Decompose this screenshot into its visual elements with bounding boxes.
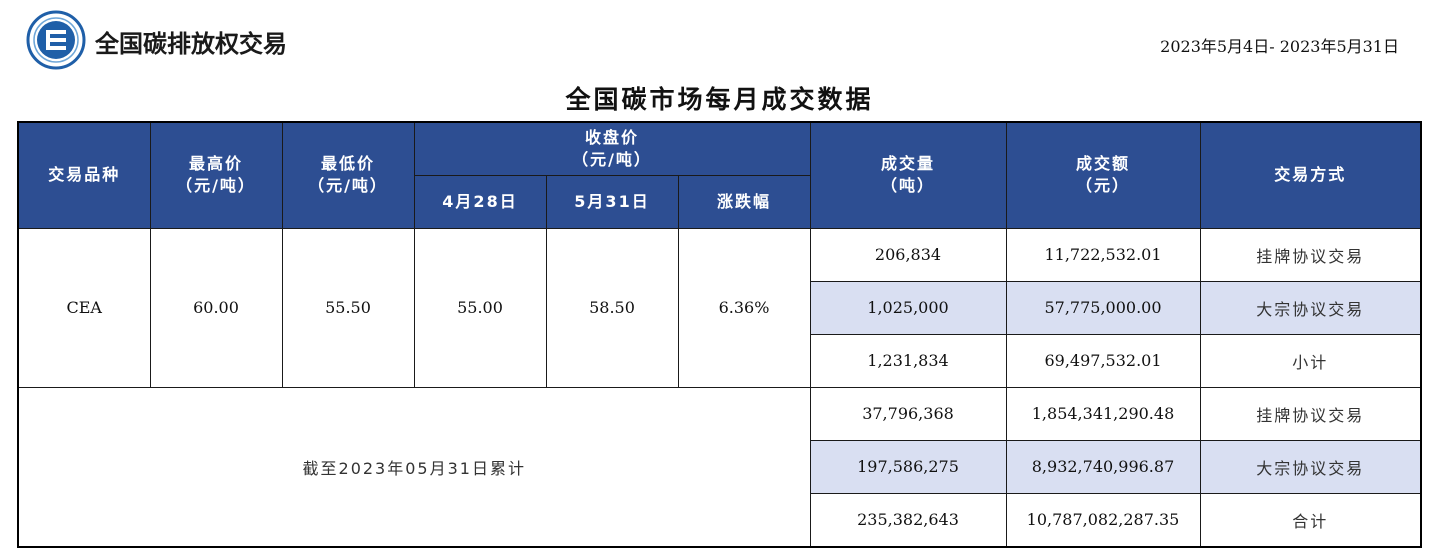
amount-cell: 57,775,000.00 <box>1005 280 1201 335</box>
header-amount: 成交额 （元） <box>1005 121 1201 229</box>
table-row: 截至2023年05月31日累计 37,796,368 1,854,341,290… <box>17 386 1422 547</box>
header-high-price: 最高价 （元/吨） <box>149 121 283 229</box>
volume-cell: 1,231,834 <box>809 333 1007 388</box>
monthly-trading-table: 交易品种 最高价 （元/吨） 最低价 （元/吨） 收盘价 （元/吨） 成交量 （… <box>17 121 1422 548</box>
volume-cell: 1,025,000 <box>809 280 1007 335</box>
amount-cell: 8,932,740,996.87 <box>1005 439 1201 494</box>
header-close-label: 收盘价 <box>584 127 639 147</box>
cea-low-price: 55.50 <box>281 227 415 388</box>
amount-cell: 1,854,341,290.48 <box>1005 386 1201 441</box>
header-low-price: 最低价 （元/吨） <box>281 121 415 229</box>
header-close-unit: （元/吨） <box>572 149 652 169</box>
header-variety: 交易品种 <box>17 121 151 229</box>
header-volume-unit: （吨） <box>880 176 935 196</box>
cea-high-price: 60.00 <box>149 227 283 388</box>
cumulative-label: 截至2023年05月31日累计 <box>17 386 811 547</box>
exchange-logo-icon <box>26 10 86 70</box>
header-low-unit: （元/吨） <box>308 176 388 196</box>
cea-change: 6.36% <box>677 227 811 388</box>
header-close-apr28: 4月28日 <box>413 174 547 229</box>
header-volume: 成交量 （吨） <box>809 121 1007 229</box>
cea-variety: CEA <box>17 227 151 388</box>
volume-cell: 37,796,368 <box>809 386 1007 441</box>
method-cell: 挂牌协议交易 <box>1199 386 1422 441</box>
method-cell: 小计 <box>1199 333 1422 388</box>
header-high-label: 最高价 <box>188 154 243 174</box>
header-close-price: 收盘价 （元/吨） <box>413 121 811 176</box>
amount-cell: 69,497,532.01 <box>1005 333 1201 388</box>
method-cell: 合计 <box>1199 492 1422 547</box>
table-row: CEA 60.00 55.50 55.00 58.50 6.36% 206,83… <box>17 227 1422 388</box>
volume-cell: 235,382,643 <box>809 492 1007 547</box>
cea-close-apr28: 55.00 <box>413 227 547 388</box>
brand-name: 全国碳排放权交易 <box>95 30 287 58</box>
header-volume-label: 成交量 <box>880 154 935 174</box>
header-change: 涨跌幅 <box>677 174 811 229</box>
amount-cell: 10,787,082,287.35 <box>1005 492 1201 547</box>
volume-cell: 206,834 <box>809 227 1007 282</box>
method-cell: 挂牌协议交易 <box>1199 227 1422 282</box>
header-amount-unit: （元） <box>1075 176 1130 196</box>
volume-cell: 197,586,275 <box>809 439 1007 494</box>
header-close-may31: 5月31日 <box>545 174 679 229</box>
header-low-label: 最低价 <box>320 154 375 174</box>
header-amount-label: 成交额 <box>1075 154 1130 174</box>
header-high-unit: （元/吨） <box>176 176 256 196</box>
method-cell: 大宗协议交易 <box>1199 280 1422 335</box>
amount-cell: 11,722,532.01 <box>1005 227 1201 282</box>
cea-close-may31: 58.50 <box>545 227 679 388</box>
date-range: 2023年5月4日- 2023年5月31日 <box>1160 37 1399 56</box>
page-title: 全国碳市场每月成交数据 <box>565 85 874 114</box>
method-cell: 大宗协议交易 <box>1199 439 1422 494</box>
header-method: 交易方式 <box>1199 121 1422 229</box>
